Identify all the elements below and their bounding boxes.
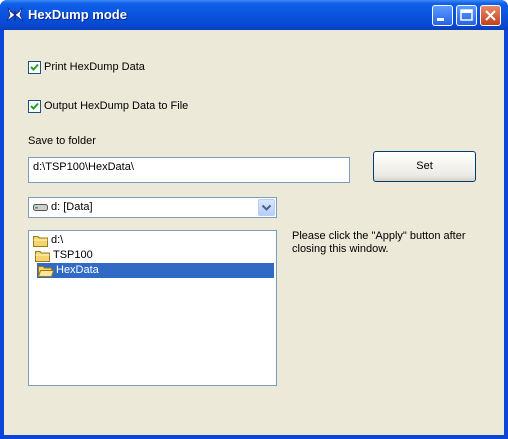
title-bar[interactable]: HexDump mode	[0, 0, 508, 30]
drive-icon	[33, 202, 49, 216]
folder-tree[interactable]: d:\ TSP100 HexData	[28, 230, 277, 386]
output-hexdump-label[interactable]: Output HexDump Data to File	[44, 100, 188, 112]
save-folder-label: Save to folder	[28, 135, 96, 147]
close-icon	[485, 10, 496, 21]
folder-path-input[interactable]: d:\TSP100\HexData\	[28, 157, 350, 183]
drive-select-value: d: [Data]	[51, 201, 93, 213]
minimize-icon	[437, 18, 444, 21]
print-hexdump-label[interactable]: Print HexDump Data	[44, 61, 145, 73]
dialog-body: Print HexDump Data Output HexDump Data t…	[4, 30, 504, 435]
set-button[interactable]: Set	[373, 151, 476, 182]
apply-note-line1: Please click the "Apply" button after	[292, 230, 466, 242]
apply-note-line2: closing this window.	[292, 243, 389, 255]
butterfly-icon	[6, 6, 24, 24]
minimize-button[interactable]	[432, 5, 453, 26]
hexdump-window: HexDump mode Print HexDump Data Output H…	[0, 0, 508, 439]
tree-item-hexdata[interactable]: HexData	[37, 263, 274, 278]
maximize-icon	[460, 9, 473, 21]
window-title: HexDump mode	[28, 7, 127, 22]
folder-icon	[33, 234, 49, 250]
print-hexdump-checkbox[interactable]	[28, 61, 41, 74]
close-button[interactable]	[480, 5, 501, 26]
dropdown-button[interactable]	[258, 199, 275, 216]
checkmark-icon	[30, 102, 39, 110]
checkmark-icon	[30, 63, 39, 71]
open-folder-icon	[37, 264, 55, 280]
output-hexdump-checkbox[interactable]	[28, 100, 41, 113]
drive-select[interactable]: d: [Data]	[28, 197, 277, 218]
chevron-down-icon	[261, 204, 272, 211]
maximize-button[interactable]	[456, 5, 477, 26]
